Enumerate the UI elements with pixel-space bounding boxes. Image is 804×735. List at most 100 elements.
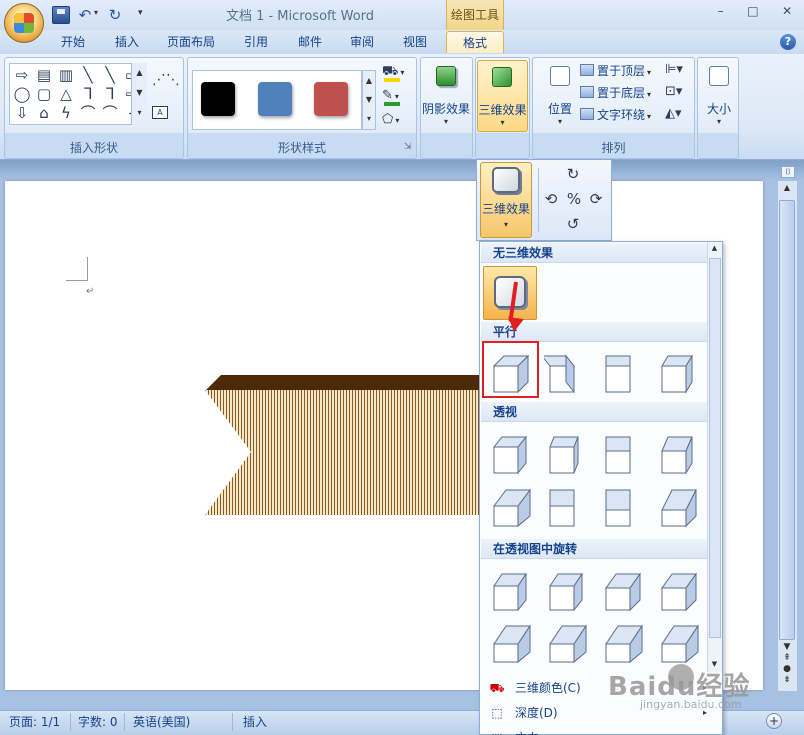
- ruler-toggle-icon[interactable]: ⌷: [781, 166, 795, 178]
- shape-gallery[interactable]: ⇨ ▤ ▥ ╲ ╲ ▭ ◯ ▢ △ ᒣ ᒣ ⇨ ⇩ ⌂ ϟ ⌒ ⌒ {: [9, 63, 147, 125]
- rotate-style-tile[interactable]: [488, 622, 532, 666]
- shape-vertical-textbox-icon[interactable]: ▥: [56, 66, 76, 85]
- rotate-style-tile[interactable]: [544, 622, 588, 666]
- group-label: 插入形状: [69, 141, 118, 155]
- align-icon[interactable]: ⊫▾: [665, 62, 683, 77]
- tilt-down-icon[interactable]: ↺: [563, 215, 583, 233]
- style-swatch-blue[interactable]: [258, 82, 292, 116]
- perspective-style-tile[interactable]: [544, 486, 588, 530]
- dropdown-arrow-icon: ▾: [716, 117, 721, 126]
- shape-outline-button[interactable]: ✎ ▾: [382, 88, 412, 108]
- undo-dropdown-icon[interactable]: ▾: [94, 8, 98, 17]
- dialog-launcher-icon[interactable]: ⇲: [404, 142, 412, 152]
- parallel-style-tile[interactable]: [600, 352, 644, 396]
- position-icon: [550, 66, 570, 86]
- perspective-style-tile[interactable]: [600, 433, 644, 477]
- shape-fill-button[interactable]: ⛟ ▾: [382, 64, 412, 84]
- shape-arc-icon[interactable]: ⌒: [100, 104, 120, 123]
- office-button[interactable]: [4, 3, 44, 43]
- status-page[interactable]: 页面: 1/1: [9, 713, 60, 731]
- draw-textbox-icon[interactable]: A: [152, 106, 168, 119]
- status-language[interactable]: 英语(美国): [133, 713, 190, 731]
- dropdown-scroll-thumb[interactable]: [709, 258, 721, 638]
- text-wrapping-button[interactable]: 文字环绕 ▾: [580, 106, 651, 126]
- tab-view[interactable]: 视图: [394, 31, 436, 53]
- shape-line-icon[interactable]: ╲: [78, 66, 98, 85]
- size-button[interactable]: 大小 ▾: [702, 60, 736, 132]
- style-swatch-red[interactable]: [314, 82, 348, 116]
- perspective-style-tile[interactable]: [488, 433, 532, 477]
- undo-icon[interactable]: ↶: [76, 6, 94, 24]
- shape-rounded-rect-icon[interactable]: ▢: [34, 85, 54, 104]
- change-shape-button[interactable]: ⬠ ▾: [382, 112, 412, 132]
- direction-menu-item[interactable]: ⬚ 方向: [481, 726, 707, 735]
- perspective-style-tile[interactable]: [600, 486, 644, 530]
- scrollbar-thumb[interactable]: [779, 200, 795, 640]
- tilt-right-icon[interactable]: ⟳: [586, 190, 606, 208]
- tilt-up-icon[interactable]: ↻: [563, 165, 583, 183]
- tab-page-layout[interactable]: 页面布局: [160, 31, 222, 53]
- rotate-style-tile[interactable]: [544, 570, 588, 614]
- browse-nav-icons[interactable]: ▼ ⇞ ● ⇟: [779, 642, 795, 686]
- close-button[interactable]: ✕: [782, 4, 792, 18]
- send-to-back-button[interactable]: 置于底层 ▾: [580, 84, 651, 104]
- tab-mailings[interactable]: 邮件: [289, 31, 331, 53]
- shape-curve-icon[interactable]: ⌒: [78, 104, 98, 123]
- minimize-button[interactable]: –: [718, 4, 724, 18]
- parallel-style-tile[interactable]: [540, 352, 588, 396]
- rotate-style-tile[interactable]: [488, 570, 532, 614]
- tab-review[interactable]: 审阅: [341, 31, 383, 53]
- rotate-style-tile[interactable]: [600, 622, 644, 666]
- style-swatch-black[interactable]: [201, 82, 235, 116]
- position-button[interactable]: 位置 ▾: [536, 60, 584, 132]
- save-icon[interactable]: [52, 6, 70, 24]
- redo-icon[interactable]: ↻: [106, 6, 124, 24]
- status-word-count[interactable]: 字数: 0: [78, 713, 118, 731]
- 3d-effects-button[interactable]: 三维效果 ▾: [477, 60, 528, 132]
- shape-right-arrow-icon[interactable]: ⇨: [12, 66, 32, 85]
- edit-points-icon[interactable]: ⋰⋱: [152, 72, 180, 88]
- status-divider: [124, 713, 125, 731]
- tab-references[interactable]: 引用: [234, 31, 278, 53]
- zoom-in-button[interactable]: +: [766, 713, 782, 729]
- no-3d-header: 无三维效果: [481, 243, 707, 263]
- shape-elbow-arrow-icon[interactable]: ᒣ: [100, 85, 120, 104]
- tab-insert[interactable]: 插入: [106, 31, 148, 53]
- maximize-button[interactable]: □: [747, 4, 758, 18]
- style-gallery-scroll[interactable]: ▲ ▼ ▾: [362, 70, 376, 130]
- 3d-toggle-icon[interactable]: %: [564, 190, 584, 208]
- shape-pentagon-icon[interactable]: ⌂: [34, 104, 54, 123]
- rotate-icon[interactable]: ◭▾: [665, 106, 682, 121]
- tilt-left-icon[interactable]: ⟲: [541, 190, 561, 208]
- shape-gallery-scroll[interactable]: ▲ ▼ ▾: [131, 63, 147, 125]
- parallel-style-tile[interactable]: [656, 352, 700, 396]
- shape-down-arrow-icon[interactable]: ⇩: [12, 104, 32, 123]
- shape-triangle-icon[interactable]: △: [56, 85, 76, 104]
- customize-qat-icon[interactable]: ▾: [138, 8, 143, 18]
- banner-shape-top-face[interactable]: [205, 375, 485, 391]
- bring-to-front-button[interactable]: 置于顶层 ▾: [580, 62, 651, 82]
- position-label: 位置: [547, 102, 572, 116]
- status-divider: [232, 713, 233, 731]
- shape-lightning-icon[interactable]: ϟ: [56, 104, 76, 123]
- tab-format[interactable]: 格式: [446, 31, 504, 53]
- help-icon[interactable]: ?: [780, 34, 796, 50]
- status-insert-mode[interactable]: 插入: [243, 713, 267, 731]
- rotate-style-tile[interactable]: [656, 622, 700, 666]
- shape-elbow-connector-icon[interactable]: ᒣ: [78, 85, 98, 104]
- dropdown-scroll-up-icon[interactable]: ▲: [707, 244, 722, 252]
- shape-arrow-line-icon[interactable]: ╲: [100, 66, 120, 85]
- dropdown-arrow-icon: ▾: [557, 117, 562, 126]
- rotate-style-tile[interactable]: [600, 570, 644, 614]
- perspective-style-tile[interactable]: [488, 486, 532, 530]
- scroll-up-icon[interactable]: ▲: [779, 183, 795, 197]
- shape-textbox-icon[interactable]: ▤: [34, 66, 54, 85]
- perspective-style-tile[interactable]: [544, 433, 588, 477]
- perspective-style-tile[interactable]: [656, 433, 700, 477]
- group-objects-icon[interactable]: ⊡▾: [665, 84, 682, 99]
- shape-oval-icon[interactable]: ◯: [12, 85, 32, 104]
- rotate-style-tile[interactable]: [656, 570, 700, 614]
- shadow-effects-button[interactable]: 阴影效果 ▾: [422, 60, 470, 132]
- perspective-style-tile[interactable]: [656, 486, 700, 530]
- tab-home[interactable]: 开始: [52, 31, 94, 53]
